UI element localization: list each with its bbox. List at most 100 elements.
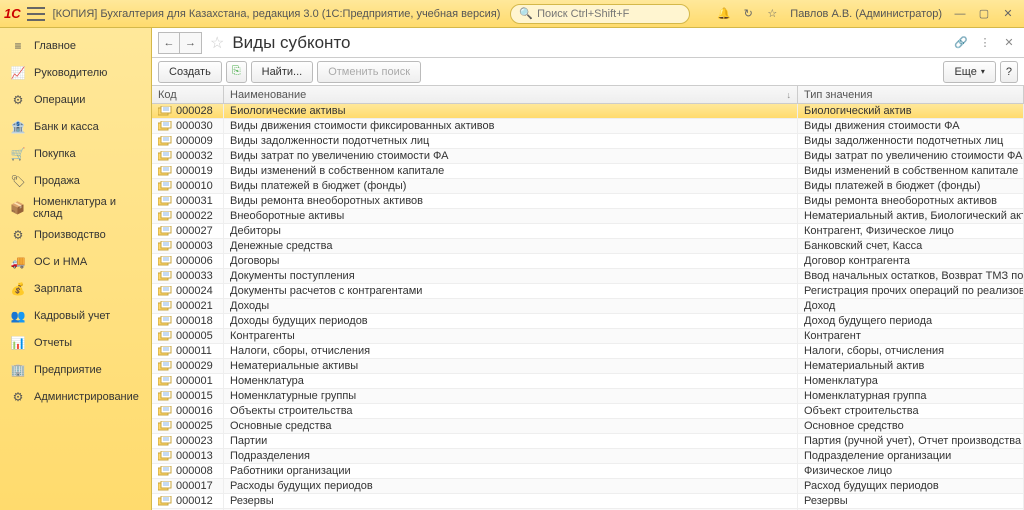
cell-type: Объект строительства [798, 404, 1024, 418]
sidebar-item-12[interactable]: 🏢Предприятие [0, 356, 151, 383]
menu-icon[interactable] [27, 7, 45, 21]
sidebar-item-2[interactable]: ⚙Операции [0, 86, 151, 113]
sort-asc-icon: ↓ [787, 90, 792, 100]
cell-type: Контрагент, Физическое лицо [798, 224, 1024, 238]
table-row[interactable]: 000030Виды движения стоимости фиксирован… [152, 119, 1024, 134]
table-row[interactable]: 000023ПартииПартия (ручной учет), Отчет … [152, 434, 1024, 449]
bank-icon: 🏦 [10, 119, 26, 135]
more-button[interactable]: Еще▾ [943, 61, 995, 83]
cell-code: 000029 [152, 359, 224, 373]
table-row[interactable]: 000028Биологические активыБиологический … [152, 104, 1024, 119]
row-icon [158, 331, 172, 341]
truck-icon: 🚚 [10, 254, 26, 270]
history-icon[interactable]: ↻ [738, 4, 758, 24]
sidebar-item-9[interactable]: 💰Зарплата [0, 275, 151, 302]
cancel-search-button[interactable]: Отменить поиск [317, 61, 421, 83]
cell-name: Резервы [224, 494, 798, 508]
cell-name: Контрагенты [224, 329, 798, 343]
sidebar-item-3[interactable]: 🏦 Банк и касса [0, 113, 151, 140]
cell-code: 000027 [152, 224, 224, 238]
table-row[interactable]: 000012РезервыРезервы [152, 494, 1024, 509]
table-row[interactable]: 000005КонтрагентыКонтрагент [152, 329, 1024, 344]
table-row[interactable]: 000009Виды задолженности подотчетных лиц… [152, 134, 1024, 149]
search-input[interactable] [537, 8, 681, 20]
sidebar-item-7[interactable]: ⚙Производство [0, 221, 151, 248]
nav-forward-button[interactable]: → [180, 32, 202, 54]
table-row[interactable]: 000016Объекты строительстваОбъект строит… [152, 404, 1024, 419]
data-grid[interactable]: Код Наименование ↓ Тип значения 000028Би… [152, 86, 1024, 510]
sidebar-item-0[interactable]: ≡Главное [0, 32, 151, 59]
sidebar-item-13[interactable]: ⚙Администрирование [0, 383, 151, 410]
table-row[interactable]: 000029Нематериальные активыНематериальны… [152, 359, 1024, 374]
table-row[interactable]: 000011Налоги, сборы, отчисленияНалоги, с… [152, 344, 1024, 359]
row-icon [158, 106, 172, 116]
row-icon [158, 361, 172, 371]
cell-name: Виды изменений в собственном капитале [224, 164, 798, 178]
table-row[interactable]: 000027ДебиторыКонтрагент, Физическое лиц… [152, 224, 1024, 239]
row-icon [158, 121, 172, 131]
sidebar-item-8[interactable]: 🚚ОС и НМА [0, 248, 151, 275]
sidebar-item-label: Банк и касса [34, 121, 99, 133]
row-icon [158, 256, 172, 266]
table-row[interactable]: 000021ДоходыДоход [152, 299, 1024, 314]
table-row[interactable]: 000018Доходы будущих периодовДоход будущ… [152, 314, 1024, 329]
table-row[interactable]: 000031Виды ремонта внеоборотных активовВ… [152, 194, 1024, 209]
table-row[interactable]: 000003Денежные средстваБанковский счет, … [152, 239, 1024, 254]
sidebar-item-10[interactable]: 👥Кадровый учет [0, 302, 151, 329]
cell-type: Договор контрагента [798, 254, 1024, 268]
table-row[interactable]: 000032Виды затрат по увеличению стоимост… [152, 149, 1024, 164]
create-button[interactable]: Создать [158, 61, 222, 83]
help-button[interactable]: ? [1000, 61, 1018, 83]
cell-type: Доход будущего периода [798, 314, 1024, 328]
bell-icon[interactable]: 🔔 [714, 4, 734, 24]
toolbar: Создать ⎘ Найти... Отменить поиск Еще▾ ? [152, 58, 1024, 86]
table-row[interactable]: 000013ПодразделенияПодразделение организ… [152, 449, 1024, 464]
sidebar-item-11[interactable]: 📊Отчеты [0, 329, 151, 356]
cell-code: 000024 [152, 284, 224, 298]
row-icon [158, 481, 172, 491]
sidebar-item-label: Кадровый учет [34, 310, 110, 322]
cell-code: 000015 [152, 389, 224, 403]
cell-name: Номенклатурные группы [224, 389, 798, 403]
minimize-icon[interactable]: — [950, 4, 970, 24]
table-row[interactable]: 000001НоменклатураНоменклатура [152, 374, 1024, 389]
copy-button[interactable]: ⎘ [226, 61, 247, 83]
cell-type: Физическое лицо [798, 464, 1024, 478]
sidebar-item-1[interactable]: 📈Руководителю [0, 59, 151, 86]
cell-code: 000005 [152, 329, 224, 343]
table-row[interactable]: 000019Виды изменений в собственном капит… [152, 164, 1024, 179]
close-tab-icon[interactable]: ✕ [1000, 34, 1018, 52]
link-icon[interactable]: 🔗 [952, 34, 970, 52]
favorite-star-icon[interactable]: ☆ [210, 33, 224, 53]
table-row[interactable]: 000006ДоговорыДоговор контрагента [152, 254, 1024, 269]
row-icon [158, 271, 172, 281]
global-search[interactable]: 🔍 [510, 4, 690, 24]
table-row[interactable]: 000017Расходы будущих периодовРасход буд… [152, 479, 1024, 494]
col-header-name[interactable]: Наименование ↓ [224, 86, 798, 103]
cell-name: Номенклатура [224, 374, 798, 388]
find-button[interactable]: Найти... [251, 61, 314, 83]
sidebar-item-label: Администрирование [34, 391, 139, 403]
maximize-icon[interactable]: ▢ [974, 4, 994, 24]
cell-type: Виды движения стоимости ФА [798, 119, 1024, 133]
close-icon[interactable]: ✕ [998, 4, 1018, 24]
table-row[interactable]: 000025Основные средстваОсновное средство [152, 419, 1024, 434]
cell-code: 000032 [152, 149, 224, 163]
table-row[interactable]: 000033Документы поступленияВвод начальны… [152, 269, 1024, 284]
table-row[interactable]: 000024Документы расчетов с контрагентами… [152, 284, 1024, 299]
cell-name: Доходы [224, 299, 798, 313]
table-row[interactable]: 000022Внеоборотные активыНематериальный … [152, 209, 1024, 224]
col-header-code[interactable]: Код [152, 86, 224, 103]
table-row[interactable]: 000008Работники организацииФизическое ли… [152, 464, 1024, 479]
sidebar-item-4[interactable]: 🛒Покупка [0, 140, 151, 167]
sidebar-item-5[interactable]: 🏷Продажа [0, 167, 151, 194]
user-label[interactable]: Павлов А.В. (Администратор) [790, 8, 942, 20]
kebab-icon[interactable]: ⋮ [976, 34, 994, 52]
table-row[interactable]: 000010Виды платежей в бюджет (фонды)Виды… [152, 179, 1024, 194]
star-icon[interactable]: ☆ [762, 4, 782, 24]
sidebar-item-6[interactable]: 📦Номенклатура и склад [0, 194, 151, 221]
col-header-type[interactable]: Тип значения [798, 86, 1024, 103]
nav-back-button[interactable]: ← [158, 32, 180, 54]
search-icon: 🔍 [519, 7, 533, 20]
table-row[interactable]: 000015Номенклатурные группыНоменклатурна… [152, 389, 1024, 404]
